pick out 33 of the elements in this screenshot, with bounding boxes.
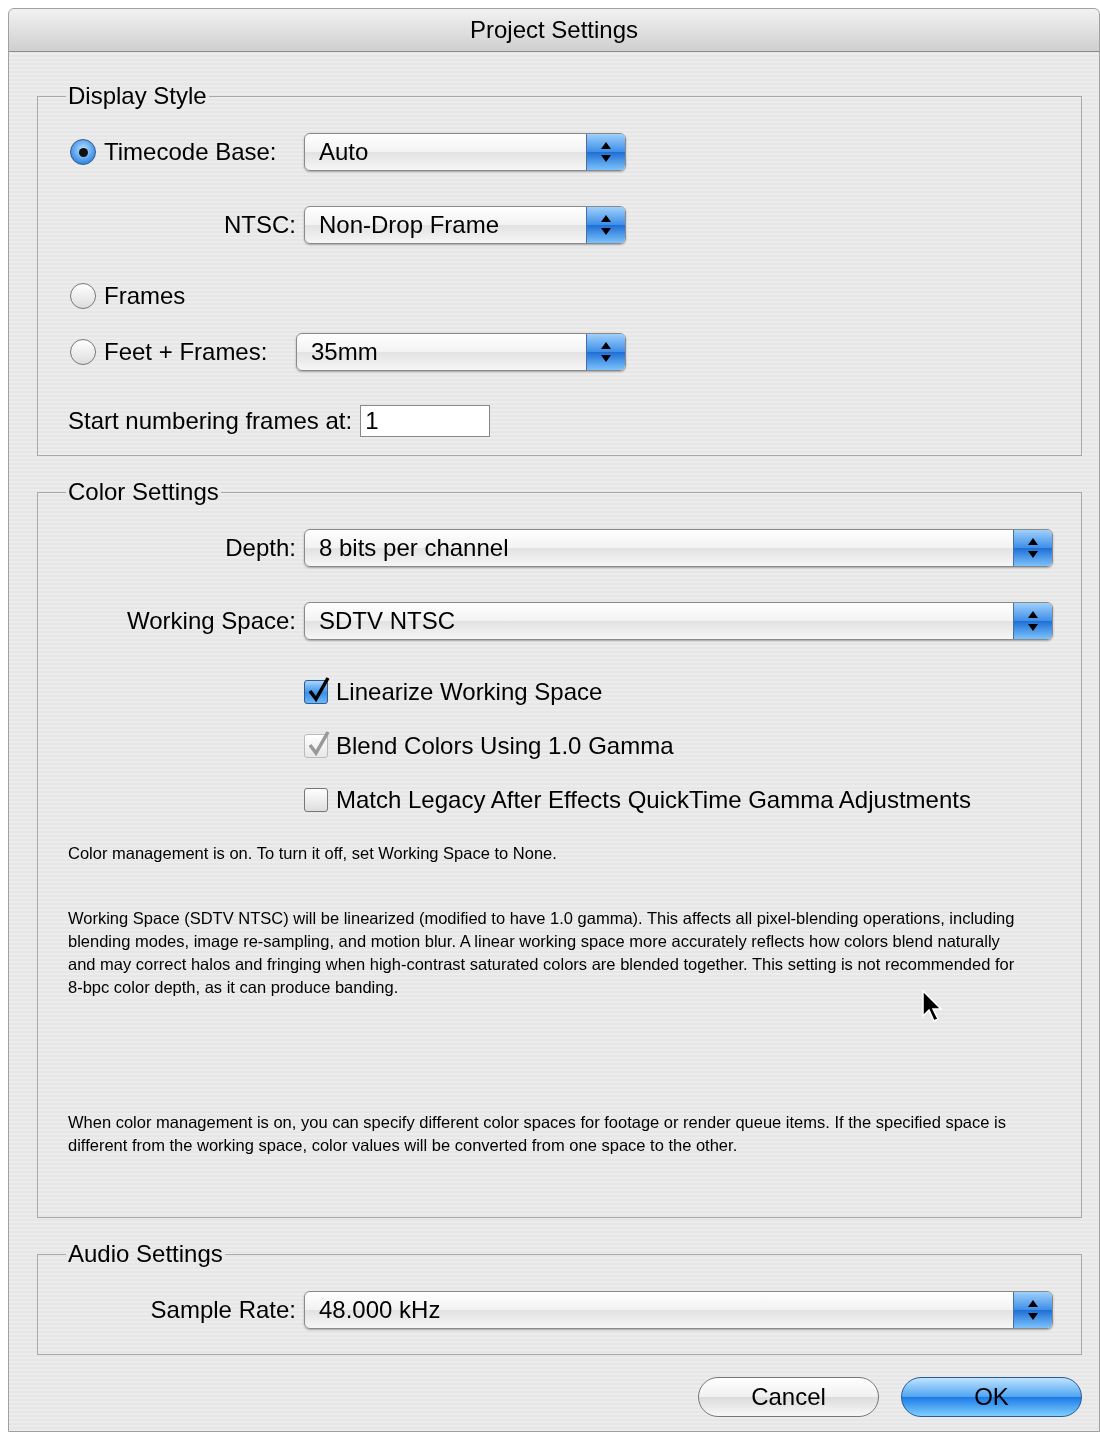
field-label: NTSC:: [224, 211, 296, 239]
group-title: Color Settings: [67, 478, 220, 506]
dropdown[interactable]: SDTV NTSC: [304, 602, 1053, 640]
stepper-arrows-icon: [600, 141, 612, 163]
dropdown[interactable]: 35mm: [296, 333, 626, 371]
dropdown[interactable]: Auto: [304, 133, 626, 171]
stepper-arrows-icon: [600, 214, 612, 236]
info-text: Working Space (SDTV NTSC) will be linearized (modified to have 1.0 gamma). This affects all pixel-blending operations, including blending modes, image re-sampling, and motion blur. A linear working space more accurately reflects how colors blend naturally and may correct halos and fringing when high-contrast saturated colors are blended together. This setting is not recommended for 8-bpc color depth, as it can produce banding.: [68, 908, 1016, 998]
dropdown[interactable]: Non-Drop Frame: [304, 206, 626, 244]
radio-button[interactable]: Feet + Frames:: [70, 338, 268, 366]
radio-button[interactable]: Frames: [70, 282, 186, 310]
field-label: Working Space:: [127, 607, 296, 635]
cancel-button[interactable]: Cancel: [698, 1377, 879, 1417]
input-field[interactable]: 1: [360, 405, 491, 437]
stepper-arrows-icon: [1027, 1299, 1039, 1321]
checkbox[interactable]: Linearize Working Space: [304, 672, 1053, 712]
dropdown[interactable]: 8 bits per channel: [304, 529, 1053, 567]
group-title: Audio Settings: [67, 1240, 224, 1268]
checkbox[interactable]: Match Legacy After Effects QuickTime Gamma Adjustments: [304, 780, 1053, 820]
mouse-pointer-icon: [921, 989, 943, 1023]
dropdown[interactable]: 48.000 kHz: [304, 1291, 1053, 1329]
stepper-arrows-icon: [1027, 537, 1039, 559]
info-text: When color management is on, you can specify different color spaces for footage or render queue items. If the specified space is different from the working space, color values will be converted from one space to the other.: [68, 1112, 1007, 1156]
field-label: Depth:: [225, 534, 296, 562]
info-text: Color management is on. To turn it off, set Working Space to None.: [68, 843, 558, 864]
ok-button[interactable]: OK: [901, 1377, 1082, 1417]
radio-button[interactable]: Timecode Base:: [70, 138, 277, 166]
group-title: Display Style: [67, 82, 208, 110]
field-label: Start numbering frames at:: [68, 407, 353, 435]
stepper-arrows-icon: [600, 341, 612, 363]
stepper-arrows-icon: [1027, 610, 1039, 632]
window-title: Project Settings: [469, 16, 639, 44]
field-label: Sample Rate:: [150, 1296, 296, 1324]
